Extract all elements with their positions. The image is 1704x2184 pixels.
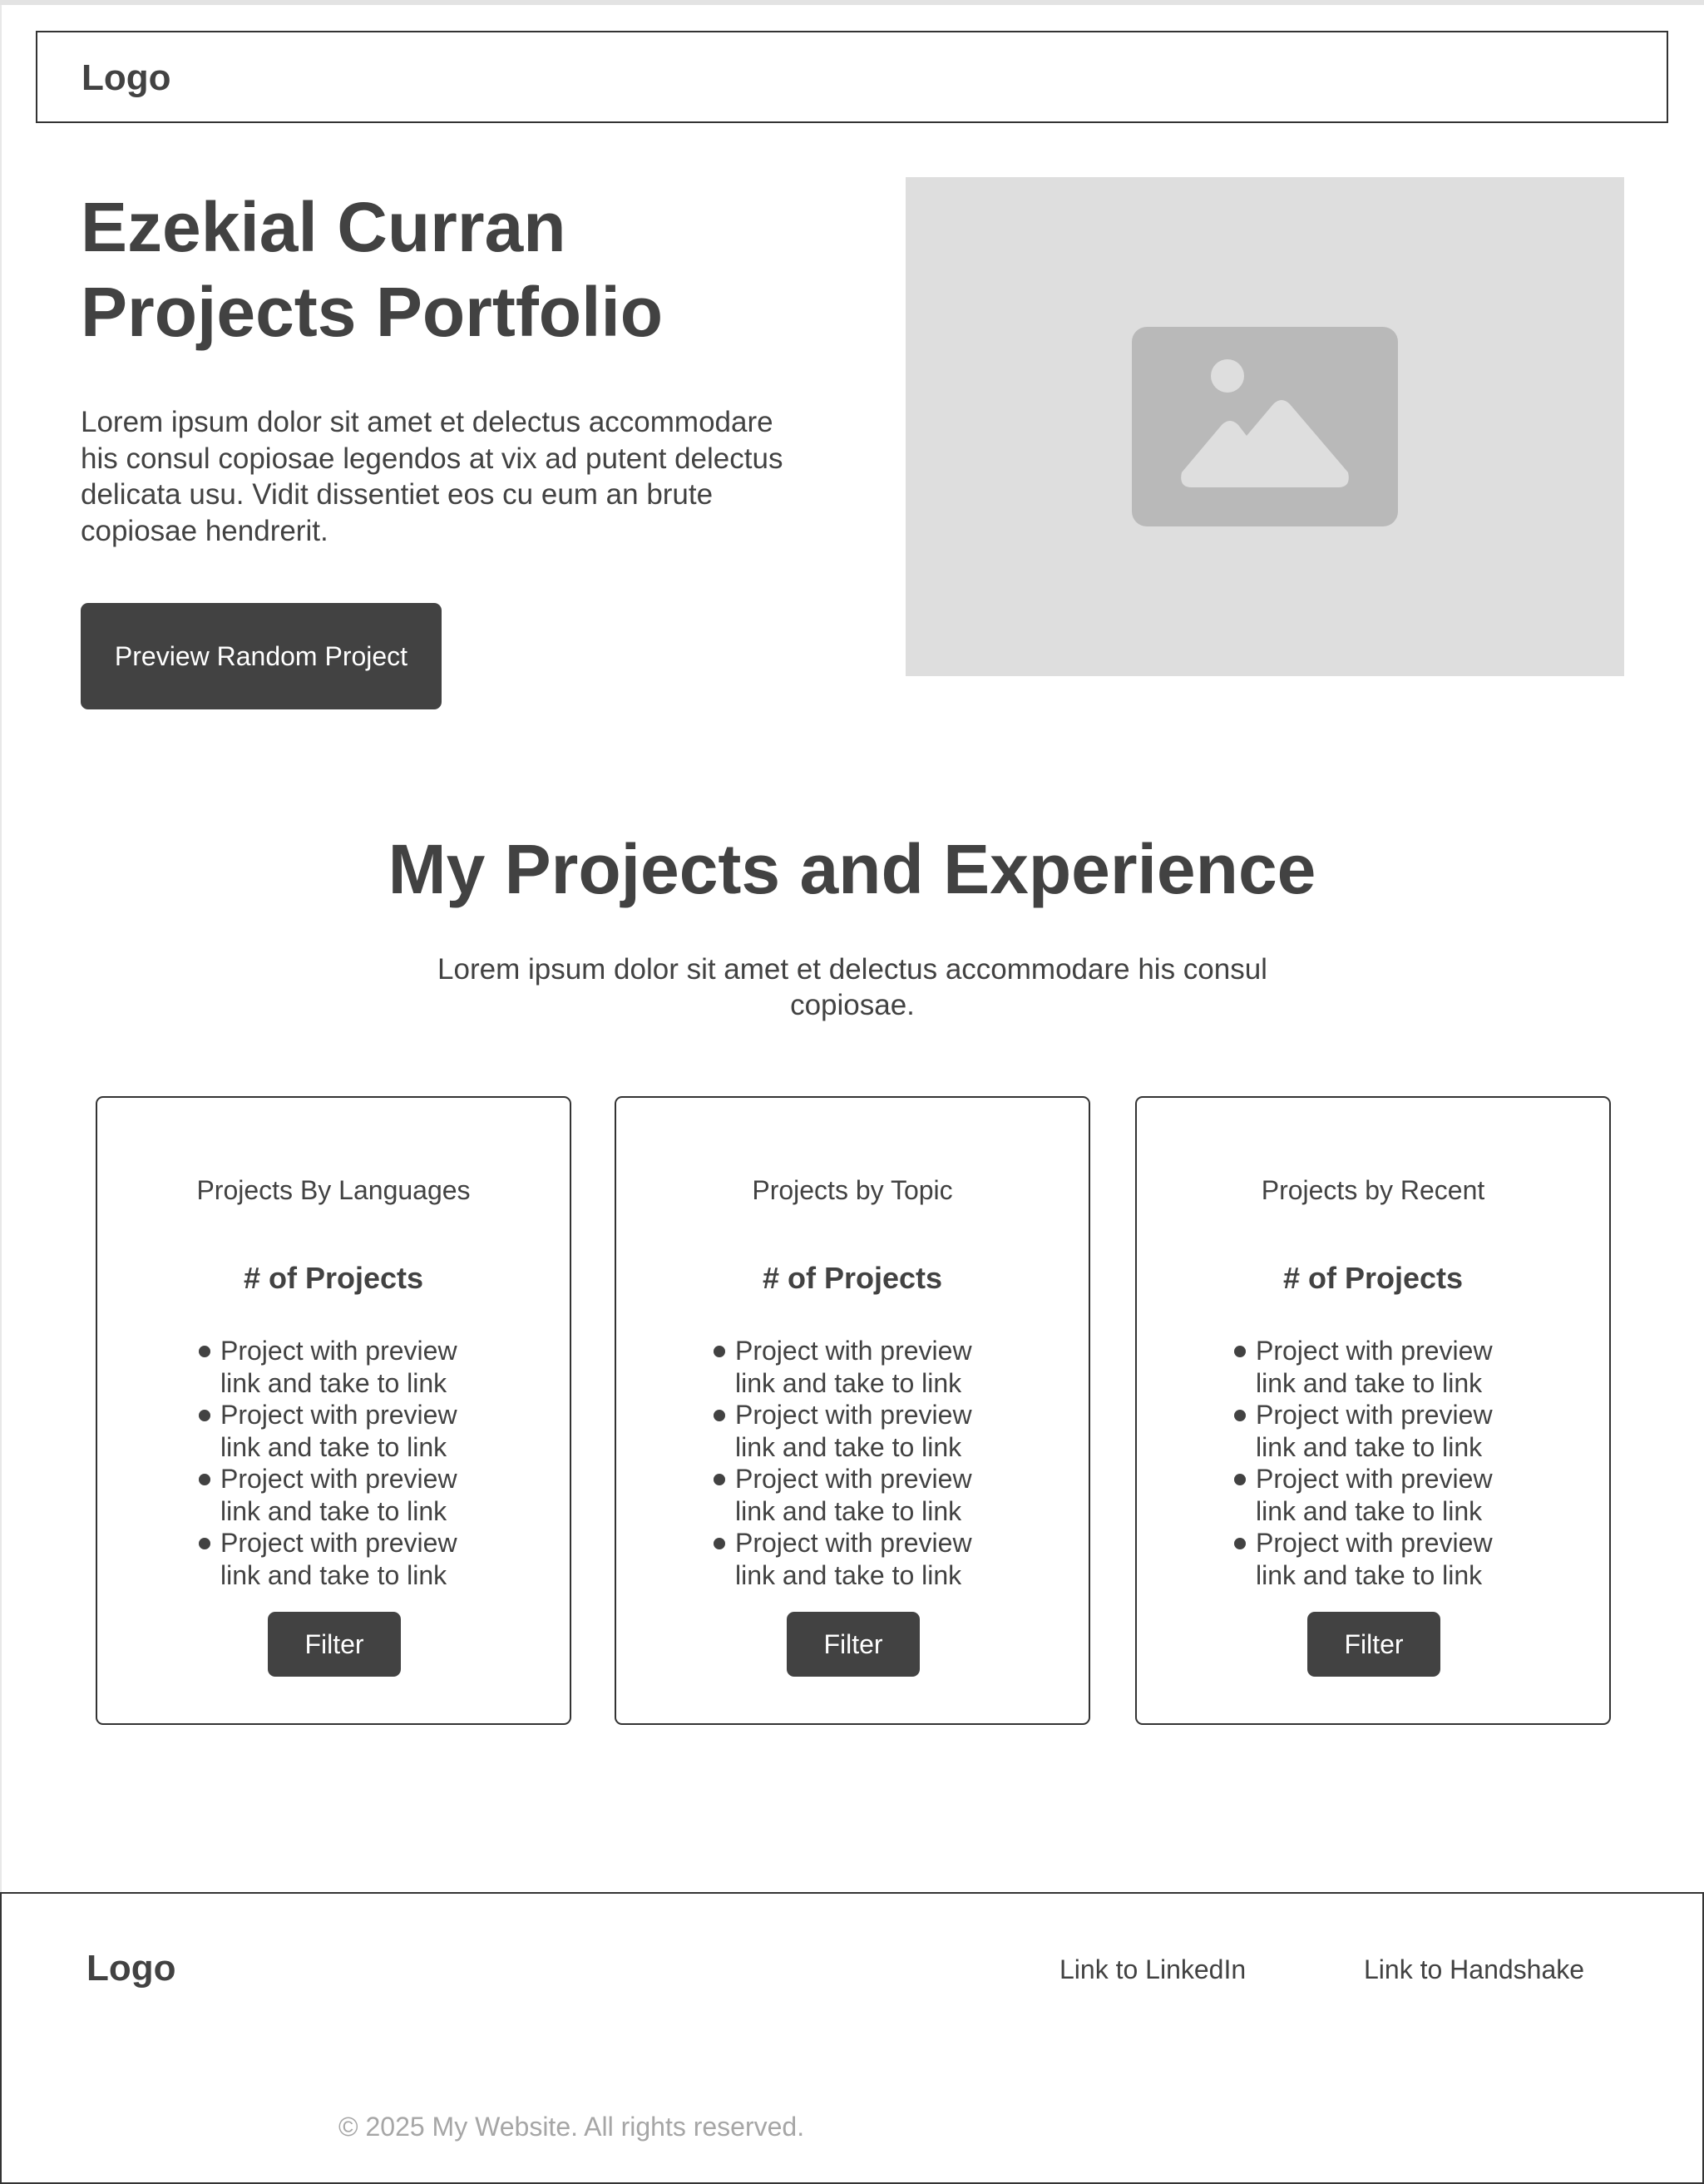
hero-title-line-2: Projects Portfolio — [81, 273, 664, 351]
card-projects-by-topic: Projects by Topic # of Projects Project … — [615, 1096, 1090, 1725]
card-project-count: # of Projects — [762, 1261, 943, 1295]
filter-button[interactable]: Filter — [1307, 1612, 1440, 1677]
projects-section-title: My Projects and Experience — [388, 830, 1316, 908]
site-header: Logo — [36, 31, 1668, 123]
project-list-item[interactable]: Project with preview link and take to li… — [1232, 1399, 1522, 1463]
card-project-count: # of Projects — [1282, 1261, 1464, 1295]
projects-section-subtitle: Lorem ipsum dolor sit amet et delectus a… — [437, 953, 1267, 1021]
filter-button[interactable]: Filter — [268, 1612, 401, 1677]
hero-title-line-1: Ezekial Curran — [81, 188, 566, 266]
header-logo[interactable]: Logo — [81, 57, 171, 99]
preview-random-project-button[interactable]: Preview Random Project — [81, 603, 442, 709]
project-list-item[interactable]: Project with preview link and take to li… — [712, 1335, 1001, 1399]
card-title: Projects By Languages — [196, 1175, 471, 1205]
hero-image-placeholder — [906, 177, 1624, 676]
copyright-text: © 2025 My Website. All rights reserved. — [338, 2112, 805, 2142]
footer-logo[interactable]: Logo — [86, 1948, 176, 1989]
project-list-item[interactable]: Project with preview link and take to li… — [197, 1399, 487, 1463]
project-list-item[interactable]: Project with preview link and take to li… — [1232, 1463, 1522, 1527]
card-projects-by-recent: Projects by Recent # of Projects Project… — [1135, 1096, 1611, 1725]
card-title: Projects by Recent — [1261, 1175, 1485, 1205]
site-footer: Logo Link to LinkedIn Link to Handshake … — [0, 1892, 1704, 2184]
project-list-item[interactable]: Project with preview link and take to li… — [197, 1335, 487, 1399]
card-project-list: Project with preview link and take to li… — [197, 1335, 487, 1591]
project-list-item[interactable]: Project with preview link and take to li… — [712, 1399, 1001, 1463]
hero-description: Lorem ipsum dolor sit amet et delectus a… — [81, 406, 783, 547]
project-list-item[interactable]: Project with preview link and take to li… — [1232, 1527, 1522, 1591]
card-projects-by-languages: Projects By Languages # of Projects Proj… — [96, 1096, 571, 1725]
hero-title: Ezekial Curran Projects Portfolio — [81, 185, 829, 354]
project-list-item[interactable]: Project with preview link and take to li… — [712, 1463, 1001, 1527]
handshake-link[interactable]: Link to Handshake — [1364, 1954, 1584, 1985]
project-list-item[interactable]: Project with preview link and take to li… — [712, 1527, 1001, 1591]
project-list-item[interactable]: Project with preview link and take to li… — [1232, 1335, 1522, 1399]
image-placeholder-icon — [1132, 327, 1398, 526]
card-title: Projects by Topic — [752, 1175, 953, 1205]
card-project-count: # of Projects — [243, 1261, 424, 1295]
card-project-list: Project with preview link and take to li… — [712, 1335, 1001, 1591]
top-strip — [0, 0, 1704, 5]
left-edge — [0, 5, 2, 1893]
project-list-item[interactable]: Project with preview link and take to li… — [197, 1463, 487, 1527]
linkedin-link[interactable]: Link to LinkedIn — [1059, 1954, 1246, 1985]
card-project-list: Project with preview link and take to li… — [1232, 1335, 1522, 1591]
project-list-item[interactable]: Project with preview link and take to li… — [197, 1527, 487, 1591]
filter-button[interactable]: Filter — [787, 1612, 920, 1677]
